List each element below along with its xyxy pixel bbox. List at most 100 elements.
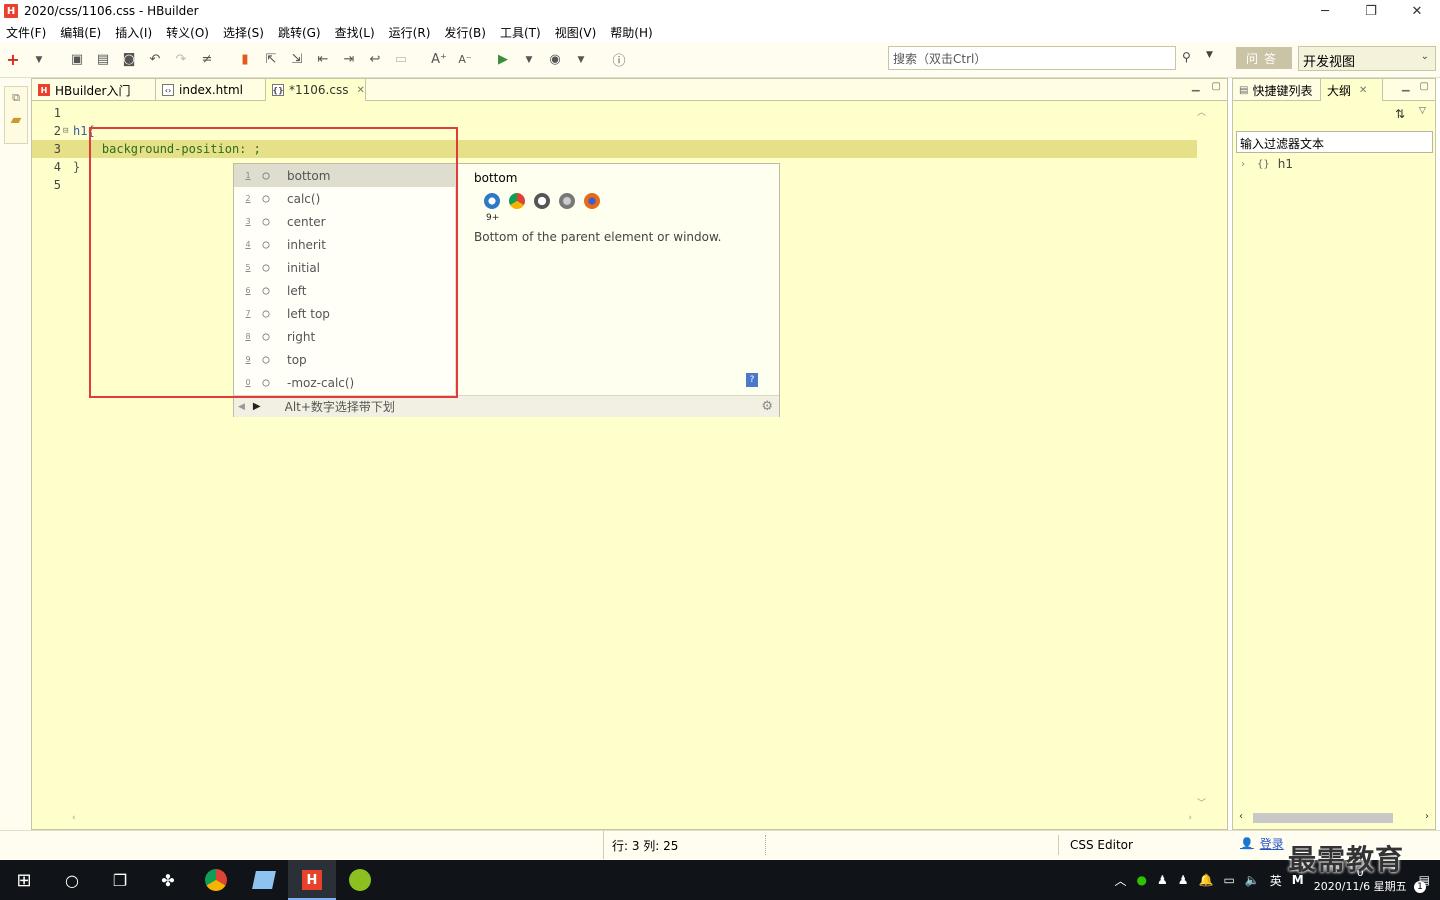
menu-run[interactable]: 运行(R) xyxy=(389,24,431,41)
maximize-editor-icon[interactable]: ▢ xyxy=(1212,81,1221,92)
minimize-editor-icon[interactable]: ▁ xyxy=(1192,81,1200,92)
redo-icon[interactable]: ↷ xyxy=(168,47,194,73)
editor-vertical-scrollbar[interactable]: ︿ ﹀ xyxy=(1197,105,1209,809)
close-tab-icon[interactable]: ✕ xyxy=(356,85,364,96)
scroll-right-icon[interactable]: › xyxy=(1188,813,1192,823)
fold-toggle-icon[interactable]: ⊟ xyxy=(63,126,73,136)
autocomplete-item[interactable]: 1 bottom xyxy=(234,164,455,187)
qa-button[interactable]: 问答 xyxy=(1236,47,1292,69)
scroll-right-icon[interactable]: › xyxy=(1425,811,1429,822)
comment-icon[interactable]: ▭ xyxy=(388,47,414,73)
tab-1106-css[interactable]: {} *1106.css ✕ xyxy=(266,79,366,101)
search-dropdown-icon[interactable]: ▼ xyxy=(1206,50,1213,60)
minimize-panel-icon[interactable]: ▁ xyxy=(1402,81,1410,92)
menu-edit[interactable]: 编辑(E) xyxy=(60,24,101,41)
wrap-icon[interactable]: ↩ xyxy=(362,47,388,73)
notification-center-icon[interactable]: ▤ 1 xyxy=(1414,873,1430,893)
autocomplete-item[interactable]: 6 left xyxy=(234,279,455,302)
next-page-icon[interactable]: ▶ xyxy=(253,401,261,412)
run-dropdown-icon[interactable]: ▼ xyxy=(516,47,542,73)
tab-hbuilder-intro[interactable]: H HBuilder入门 xyxy=(32,79,156,101)
scroll-up-icon[interactable]: ︿ xyxy=(1197,105,1206,118)
restore-button[interactable]: ❐ xyxy=(1348,0,1394,22)
ime-language[interactable]: 英 xyxy=(1270,872,1282,889)
indent-right-icon[interactable]: ⇥ xyxy=(336,47,362,73)
chrome-taskbar-icon[interactable] xyxy=(192,860,240,900)
browser-dropdown-icon[interactable]: ▼ xyxy=(568,47,594,73)
autocomplete-item[interactable]: 9 top xyxy=(234,348,455,371)
menu-view[interactable]: 视图(V) xyxy=(555,24,597,41)
menu-find[interactable]: 查找(L) xyxy=(335,24,375,41)
save-icon[interactable]: ▣ xyxy=(64,47,90,73)
outline-item-h1[interactable]: › {} h1 xyxy=(1241,157,1293,171)
menu-file[interactable]: 文件(F) xyxy=(6,24,46,41)
format-icon[interactable]: ≠ xyxy=(194,47,220,73)
bell-icon[interactable]: 🔔 xyxy=(1199,873,1214,887)
maximize-panel-icon[interactable]: ▢ xyxy=(1420,81,1429,92)
bookmark-icon[interactable]: ▮ xyxy=(232,47,258,73)
qq-icon[interactable]: ♟ xyxy=(1157,873,1168,887)
new-file-icon[interactable]: + xyxy=(0,47,26,73)
editor-horizontal-scrollbar[interactable]: ‹ › xyxy=(72,813,1192,825)
export-icon[interactable]: ⇲ xyxy=(284,47,310,73)
green-app-taskbar-icon[interactable] xyxy=(336,860,384,900)
task-view-icon[interactable]: ❐ xyxy=(96,860,144,900)
windows-start-icon[interactable]: ⊞ xyxy=(0,860,48,900)
new-dropdown-icon[interactable]: ▼ xyxy=(26,47,52,73)
filter-input[interactable]: 输入过滤器文本 xyxy=(1236,131,1433,153)
save-all-icon[interactable]: ▤ xyxy=(90,47,116,73)
tab-outline[interactable]: 大纲 ✕ xyxy=(1321,79,1383,101)
scroll-left-icon[interactable]: ‹ xyxy=(1239,811,1243,822)
menu-select[interactable]: 选择(S) xyxy=(223,24,264,41)
view-select[interactable]: 开发视图 ⌄ xyxy=(1298,46,1436,71)
menu-insert[interactable]: 插入(I) xyxy=(115,24,152,41)
chevron-up-icon[interactable]: ︿ xyxy=(1115,872,1127,889)
gear-icon[interactable]: ⚙ xyxy=(761,399,773,414)
scroll-down-icon[interactable]: ﹀ xyxy=(1197,796,1206,809)
project-explorer-icon[interactable]: ▰ xyxy=(5,109,27,131)
revert-icon[interactable]: ◙ xyxy=(116,47,142,73)
font-increase-icon[interactable]: A⁺ xyxy=(426,47,452,73)
panel-menu-icon[interactable]: ▽ xyxy=(1419,106,1426,116)
autocomplete-item[interactable]: 2 calc() xyxy=(234,187,455,210)
prev-page-icon[interactable]: ◀ xyxy=(238,402,245,412)
undo-icon[interactable]: ↶ xyxy=(142,47,168,73)
menu-escape[interactable]: 转义(O) xyxy=(166,24,209,41)
run-icon[interactable]: ▶ xyxy=(490,47,516,73)
autocomplete-item[interactable]: 5 initial xyxy=(234,256,455,279)
qq2-icon[interactable]: ♟ xyxy=(1178,873,1189,887)
font-decrease-icon[interactable]: A⁻ xyxy=(452,47,478,73)
indent-left-icon[interactable]: ⇤ xyxy=(310,47,336,73)
search-input[interactable]: 搜索（双击Ctrl） xyxy=(888,46,1176,70)
login-link[interactable]: 👤 登录 xyxy=(1240,835,1284,852)
close-tab-icon[interactable]: ✕ xyxy=(1359,85,1367,96)
autocomplete-item[interactable]: 3 center xyxy=(234,210,455,233)
goto-icon[interactable]: ⇱ xyxy=(258,47,284,73)
wechat-icon[interactable]: ● xyxy=(1137,873,1147,887)
volume-icon[interactable]: 🔈 xyxy=(1245,873,1260,887)
browser-icon[interactable]: ◉ xyxy=(542,47,568,73)
chevron-right-icon[interactable]: › xyxy=(1241,159,1245,170)
hbuilder-taskbar-icon[interactable]: H xyxy=(288,860,336,900)
network-icon[interactable]: ▭ xyxy=(1223,873,1234,887)
minimize-button[interactable]: ─ xyxy=(1302,0,1348,22)
help-book-icon[interactable]: ? xyxy=(746,373,758,387)
close-button[interactable]: ✕ xyxy=(1394,0,1440,22)
scrollbar-thumb[interactable] xyxy=(1253,813,1393,823)
search-icon[interactable]: ⚲ xyxy=(1182,50,1191,64)
pinwheel-app-icon[interactable]: ✤ xyxy=(144,860,192,900)
autocomplete-item[interactable]: 4 inherit xyxy=(234,233,455,256)
menu-goto[interactable]: 跳转(G) xyxy=(278,24,321,41)
notepad-taskbar-icon[interactable] xyxy=(240,860,288,900)
autocomplete-item[interactable]: 7 left top xyxy=(234,302,455,325)
autocomplete-item[interactable]: 8 right xyxy=(234,325,455,348)
tab-shortcut-list[interactable]: ▤ 快捷键列表 xyxy=(1233,79,1321,101)
outline-horizontal-scrollbar[interactable]: ‹ › xyxy=(1235,811,1433,825)
menu-publish[interactable]: 发行(B) xyxy=(444,24,486,41)
sort-icon[interactable]: ⇅ xyxy=(1395,107,1405,121)
tab-index-html[interactable]: ‹› index.html xyxy=(156,79,266,101)
restore-panel-icon[interactable]: ⧉ xyxy=(5,87,27,109)
info-icon[interactable]: ⓘ xyxy=(606,47,632,73)
menu-help[interactable]: 帮助(H) xyxy=(610,24,652,41)
scroll-left-icon[interactable]: ‹ xyxy=(72,813,76,823)
